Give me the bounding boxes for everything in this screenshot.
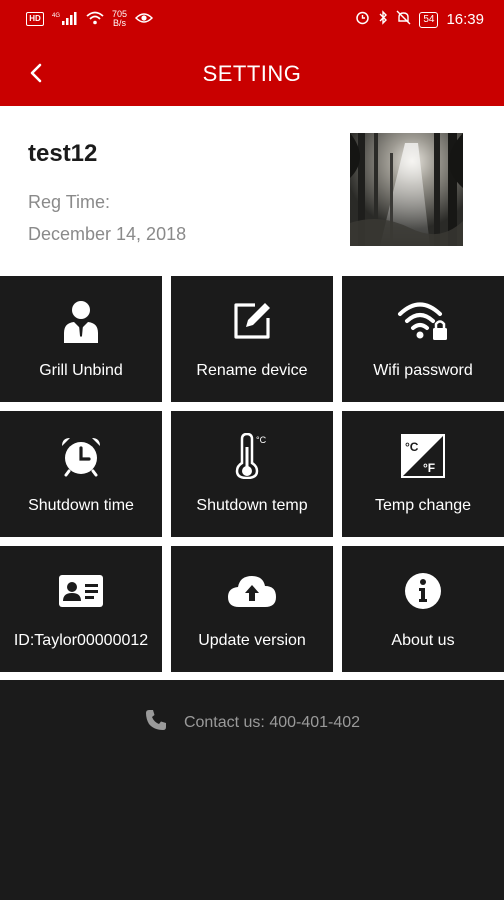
- celsius-fahrenheit-icon: °C °F: [342, 433, 504, 479]
- wifi-password-button[interactable]: Wifi password: [342, 276, 504, 402]
- svg-text:°F: °F: [423, 461, 435, 475]
- status-bar: HD 4G 705 B/s 54 16:39: [0, 0, 504, 44]
- rename-device-button[interactable]: Rename device: [171, 276, 333, 402]
- tile-label: Wifi password: [373, 362, 473, 379]
- page-title: SETTING: [202, 61, 302, 86]
- tile-label: Rename device: [196, 362, 308, 379]
- hd-badge: HD: [26, 12, 44, 26]
- grill-unbind-button[interactable]: Grill Unbind: [0, 276, 162, 402]
- alarm-status-icon: [355, 10, 370, 29]
- svg-text:°C: °C: [256, 435, 267, 445]
- reg-time-label: Reg Time:: [28, 192, 111, 212]
- alarm-clock-icon: [0, 433, 162, 479]
- about-us-button[interactable]: About us: [342, 546, 504, 672]
- tile-label: Grill Unbind: [39, 362, 123, 379]
- contact-text: Contact us: 400-401-402: [183, 713, 361, 731]
- signal-icon: 4G: [52, 11, 78, 28]
- tile-label: Update version: [198, 632, 306, 649]
- battery-indicator: 54: [419, 11, 439, 28]
- cloud-upload-icon: [171, 568, 333, 614]
- svg-text:°C: °C: [405, 440, 419, 454]
- device-profile-card: test12 Reg Time: December 14, 2018: [0, 106, 504, 274]
- tile-label: ID:Taylor00000012: [13, 632, 149, 649]
- network-speed: 705 B/s: [112, 10, 127, 28]
- device-id-button[interactable]: ID:Taylor00000012: [0, 546, 162, 672]
- device-name: test12: [28, 140, 98, 167]
- speed-unit: B/s: [113, 18, 127, 28]
- shutdown-temp-button[interactable]: °C Shutdown temp: [171, 411, 333, 537]
- mute-bell-icon: [396, 10, 411, 29]
- tile-label: Temp change: [374, 497, 472, 514]
- eye-icon: [134, 12, 154, 27]
- footer: Contact us: 400-401-402: [0, 680, 504, 900]
- tile-label: About us: [391, 632, 455, 649]
- shutdown-time-button[interactable]: Shutdown time: [0, 411, 162, 537]
- update-version-button[interactable]: Update version: [171, 546, 333, 672]
- reg-date: December 14, 2018: [28, 224, 187, 244]
- edit-icon: [171, 298, 333, 344]
- id-card-icon: [0, 568, 162, 614]
- battery-level: 54: [423, 13, 435, 25]
- clock-time: 16:39: [446, 11, 484, 28]
- phone-icon: [144, 708, 168, 737]
- network-type: 4G: [52, 13, 60, 19]
- bluetooth-icon: [378, 10, 388, 29]
- wifi-status-icon: [86, 11, 104, 28]
- temp-change-button[interactable]: °C °F Temp change: [342, 411, 504, 537]
- app-header: SETTING: [0, 44, 504, 106]
- wifi-lock-icon: [342, 298, 504, 344]
- tile-label: Shutdown time: [28, 497, 134, 514]
- settings-grid: Grill Unbind Rename device Wifi password: [0, 274, 504, 680]
- contact-line[interactable]: Contact us: 400-401-402: [0, 708, 504, 737]
- device-photo[interactable]: [350, 133, 463, 246]
- tile-label: Shutdown temp: [196, 497, 308, 514]
- thermometer-icon: °C: [171, 433, 333, 479]
- info-icon: [342, 568, 504, 614]
- user-tie-icon: [0, 298, 162, 344]
